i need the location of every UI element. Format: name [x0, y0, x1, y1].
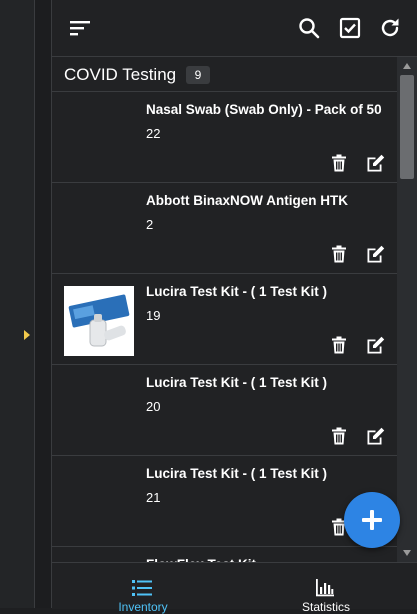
item-name: Lucira Test Kit - ( 1 Test Kit ) [146, 375, 328, 390]
inventory-list: Nasal Swab (Swab Only) - Pack of 50 22 Abb… [52, 92, 397, 562]
item-quantity: 20 [146, 399, 161, 414]
scrollbar[interactable] [397, 57, 417, 562]
expand-panel-arrow-icon[interactable] [24, 330, 30, 340]
item-quantity: 22 [146, 126, 161, 141]
edit-icon[interactable] [366, 245, 386, 263]
category-title: COVID Testing [64, 65, 177, 84]
edit-icon[interactable] [366, 427, 386, 445]
scroll-up-arrow-icon[interactable] [403, 63, 411, 69]
category-header: COVID Testing 9 [52, 57, 397, 92]
add-item-button[interactable] [344, 492, 400, 548]
trash-icon[interactable] [330, 154, 348, 172]
tab-inventory-label: Inventory [118, 600, 168, 614]
sort-lines-icon[interactable] [68, 16, 92, 40]
edit-icon[interactable] [366, 336, 386, 354]
trash-icon[interactable] [330, 245, 348, 263]
item-name: Lucira Test Kit - ( 1 Test Kit ) [146, 466, 328, 481]
top-toolbar [52, 0, 417, 57]
tab-statistics-label: Statistics [301, 600, 350, 614]
edit-icon[interactable] [366, 154, 386, 172]
trash-icon[interactable] [330, 427, 348, 445]
refresh-icon[interactable] [378, 16, 402, 40]
left-panel [0, 0, 35, 608]
main-panel: COVID Testing 9 Nasal Swab (Swab Only) -… [52, 0, 417, 614]
list-item[interactable]: FlowFlex Test Kit [52, 547, 397, 562]
product-thumbnail [64, 286, 134, 356]
scroll-down-arrow-icon[interactable] [403, 550, 411, 556]
list-item[interactable]: Nasal Swab (Swab Only) - Pack of 50 22 [52, 92, 397, 183]
bottom-navigation: Inventory Statistics [52, 562, 417, 614]
item-quantity: 19 [146, 308, 161, 323]
side-gutter [35, 0, 52, 608]
search-icon[interactable] [297, 16, 321, 40]
trash-icon[interactable] [330, 336, 348, 354]
item-count-badge: 9 [186, 66, 210, 84]
tab-statistics[interactable]: Statistics [235, 563, 417, 614]
tab-inventory[interactable]: Inventory [52, 563, 234, 614]
list-item[interactable]: Lucira Test Kit - ( 1 Test Kit ) 21 [52, 456, 397, 547]
list-item[interactable]: Lucira Test Kit - ( 1 Test Kit ) 19 [52, 274, 397, 365]
list-item[interactable]: Abbott BinaxNOW Antigen HTK 2 [52, 183, 397, 274]
item-quantity: 2 [146, 217, 154, 232]
scroll-thumb[interactable] [400, 75, 414, 179]
item-name: Abbott BinaxNOW Antigen HTK [146, 193, 348, 208]
item-name: Nasal Swab (Swab Only) - Pack of 50 [146, 102, 382, 117]
item-quantity: 21 [146, 490, 161, 505]
list-item[interactable]: Lucira Test Kit - ( 1 Test Kit ) 20 [52, 365, 397, 456]
bar-chart-icon [316, 579, 334, 597]
list-icon [132, 580, 152, 596]
item-name: Lucira Test Kit - ( 1 Test Kit ) [146, 284, 328, 299]
checkbox-checked-icon[interactable] [338, 16, 362, 40]
